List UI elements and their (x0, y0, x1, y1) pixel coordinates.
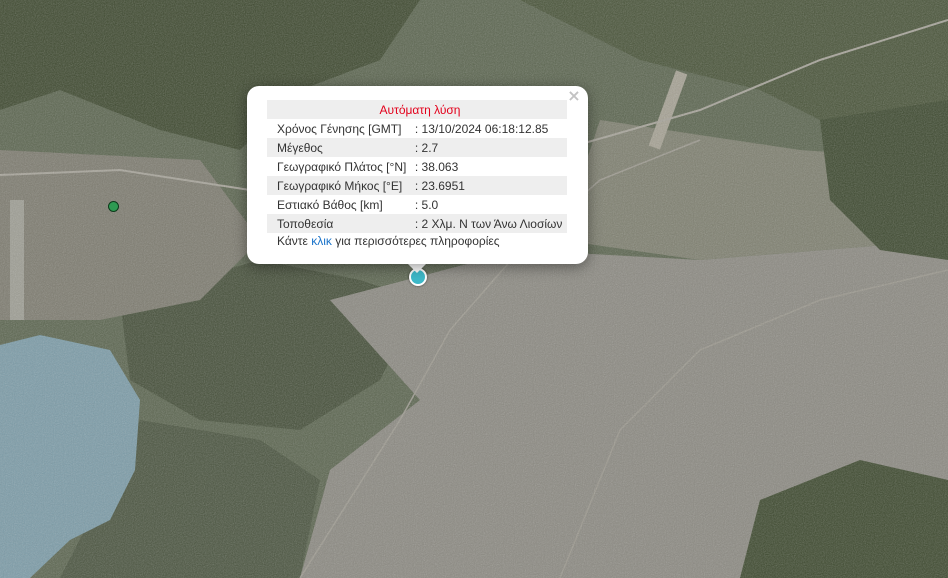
info-label: Γεωγραφικό Πλάτος [°N] (277, 159, 407, 174)
more-info-line: Κάντε κλικ για περισσότερες πληροφορίες (277, 234, 500, 248)
info-row-magnitude: Μέγεθος : 2.7 (267, 138, 567, 157)
earthquake-info-table: Αυτόματη λύση Χρόνος Γένησης [GMT] : 13/… (267, 100, 567, 233)
popup-title: Αυτόματη λύση (267, 100, 567, 119)
info-row-origin-time: Χρόνος Γένησης [GMT] : 13/10/2024 06:18:… (267, 119, 567, 138)
popup-title-row: Αυτόματη λύση (267, 100, 567, 119)
info-row-longitude: Γεωγραφικό Μήκος [°E] : 23.6951 (267, 176, 567, 195)
more-info-suffix: για περισσότερες πληροφορίες (331, 234, 500, 248)
info-label: Εστιακό Βάθος [km] (277, 197, 383, 212)
info-value: : 23.6951 (410, 176, 567, 195)
more-info-link[interactable]: κλικ (311, 234, 332, 248)
earthquake-info-popup: × Αυτόματη λύση Χρόνος Γένησης [GMT] : 1… (247, 86, 588, 264)
info-label: Γεωγραφικό Μήκος [°E] (267, 176, 411, 195)
info-label: Χρόνος Γένησης [GMT] (277, 121, 402, 136)
info-row-location: Τοποθεσία : 2 Χλμ. Ν των Άνω Λιοσίων (267, 214, 567, 233)
info-label: Τοποθεσία (267, 214, 411, 233)
close-icon[interactable]: × (566, 88, 582, 104)
info-value: : 13/10/2024 06:18:12.85 (414, 121, 549, 136)
info-row-depth: Εστιακό Βάθος [km] : 5.0 (267, 195, 567, 214)
satellite-map[interactable]: × Αυτόματη λύση Χρόνος Γένησης [GMT] : 1… (0, 0, 948, 578)
info-label: Μέγεθος (267, 138, 411, 157)
earthquake-marker-secondary[interactable] (108, 201, 119, 212)
info-row-latitude: Γεωγραφικό Πλάτος [°N] : 38.063 (267, 157, 567, 176)
info-value: : 5.0 (414, 197, 439, 212)
more-info-prefix: Κάντε (277, 234, 312, 248)
info-value: : 2 Χλμ. Ν των Άνω Λιοσίων (410, 214, 567, 233)
info-value: : 38.063 (414, 159, 459, 174)
info-value: : 2.7 (410, 138, 567, 157)
